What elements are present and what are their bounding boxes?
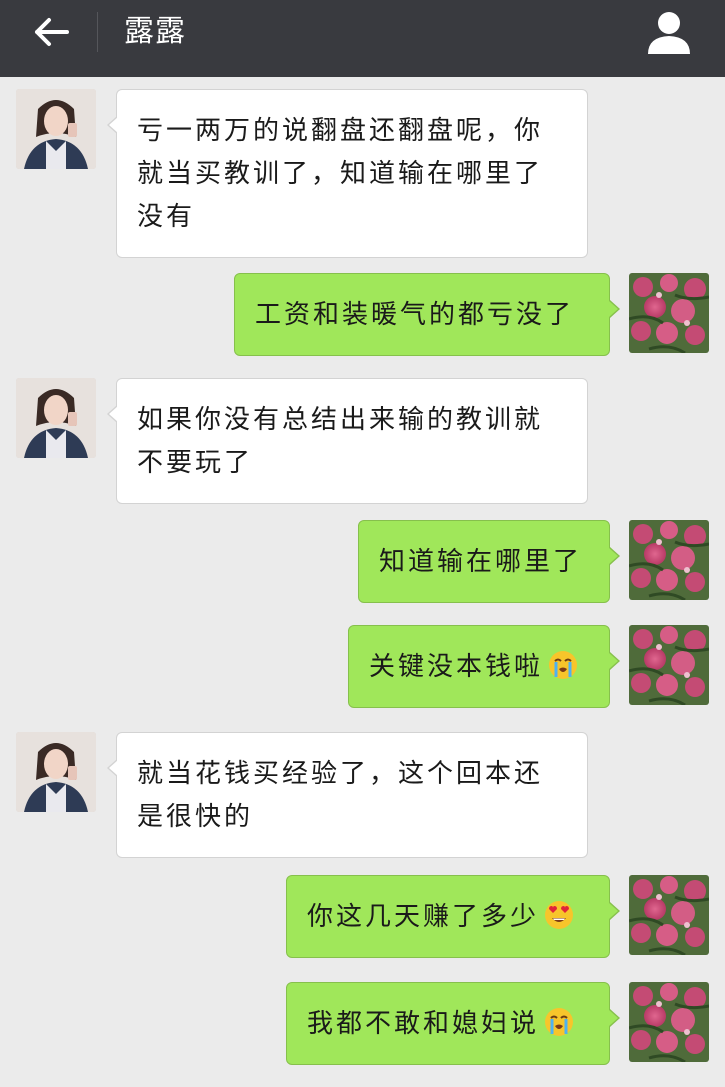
my-avatar[interactable]	[629, 520, 709, 600]
header-divider	[97, 12, 98, 52]
message-bubble[interactable]: 亏一两万的说翻盘还翻盘呢，你就当买教训了，知道输在哪里了没有	[107, 89, 588, 258]
chat-header: 露露	[0, 0, 725, 77]
my-avatar[interactable]	[629, 982, 709, 1062]
message-bubble[interactable]: 你这几天赚了多少	[286, 875, 620, 958]
my-avatar[interactable]	[629, 625, 709, 705]
message-text: 工资和装暖气的都亏没了	[255, 300, 575, 330]
profile-button[interactable]	[640, 4, 698, 60]
my-avatar[interactable]	[629, 273, 709, 353]
message-text: 亏一两万的说翻盘还翻盘呢，你就当买教训了，知道输在哪里了没有	[137, 116, 544, 232]
heart-eyes-face-icon	[543, 899, 575, 931]
crying-face-icon	[543, 1006, 575, 1038]
message-text: 知道输在哪里了	[379, 547, 583, 577]
message-bubble[interactable]: 知道输在哪里了	[358, 520, 620, 603]
person-icon	[648, 12, 690, 54]
my-avatar[interactable]	[629, 875, 709, 955]
contact-avatar[interactable]	[16, 89, 96, 169]
message-bubble[interactable]: 如果你没有总结出来输的教训就不要玩了	[107, 378, 588, 504]
crying-face-icon	[547, 649, 579, 681]
arrow-left-icon	[35, 18, 69, 46]
message-text: 就当花钱买经验了，这个回本还是很快的	[137, 759, 544, 832]
message-list[interactable]: 亏一两万的说翻盘还翻盘呢，你就当买教训了，知道输在哪里了没有 工资和装暖气的都亏…	[0, 77, 725, 1087]
message-text: 你这几天赚了多少	[307, 902, 540, 932]
message-text: 如果你没有总结出来输的教训就不要玩了	[137, 405, 544, 478]
message-bubble[interactable]: 就当花钱买经验了，这个回本还是很快的	[107, 732, 588, 858]
contact-avatar[interactable]	[16, 378, 96, 458]
message-text: 关键没本钱啦	[369, 652, 544, 682]
contact-name: 露露	[124, 14, 186, 49]
back-button[interactable]	[26, 12, 76, 52]
contact-avatar[interactable]	[16, 732, 96, 812]
message-bubble[interactable]: 关键没本钱啦	[348, 625, 620, 708]
message-text: 我都不敢和媳妇说	[307, 1009, 540, 1039]
message-bubble[interactable]: 我都不敢和媳妇说	[286, 982, 620, 1065]
message-bubble[interactable]: 工资和装暖气的都亏没了	[234, 273, 620, 356]
